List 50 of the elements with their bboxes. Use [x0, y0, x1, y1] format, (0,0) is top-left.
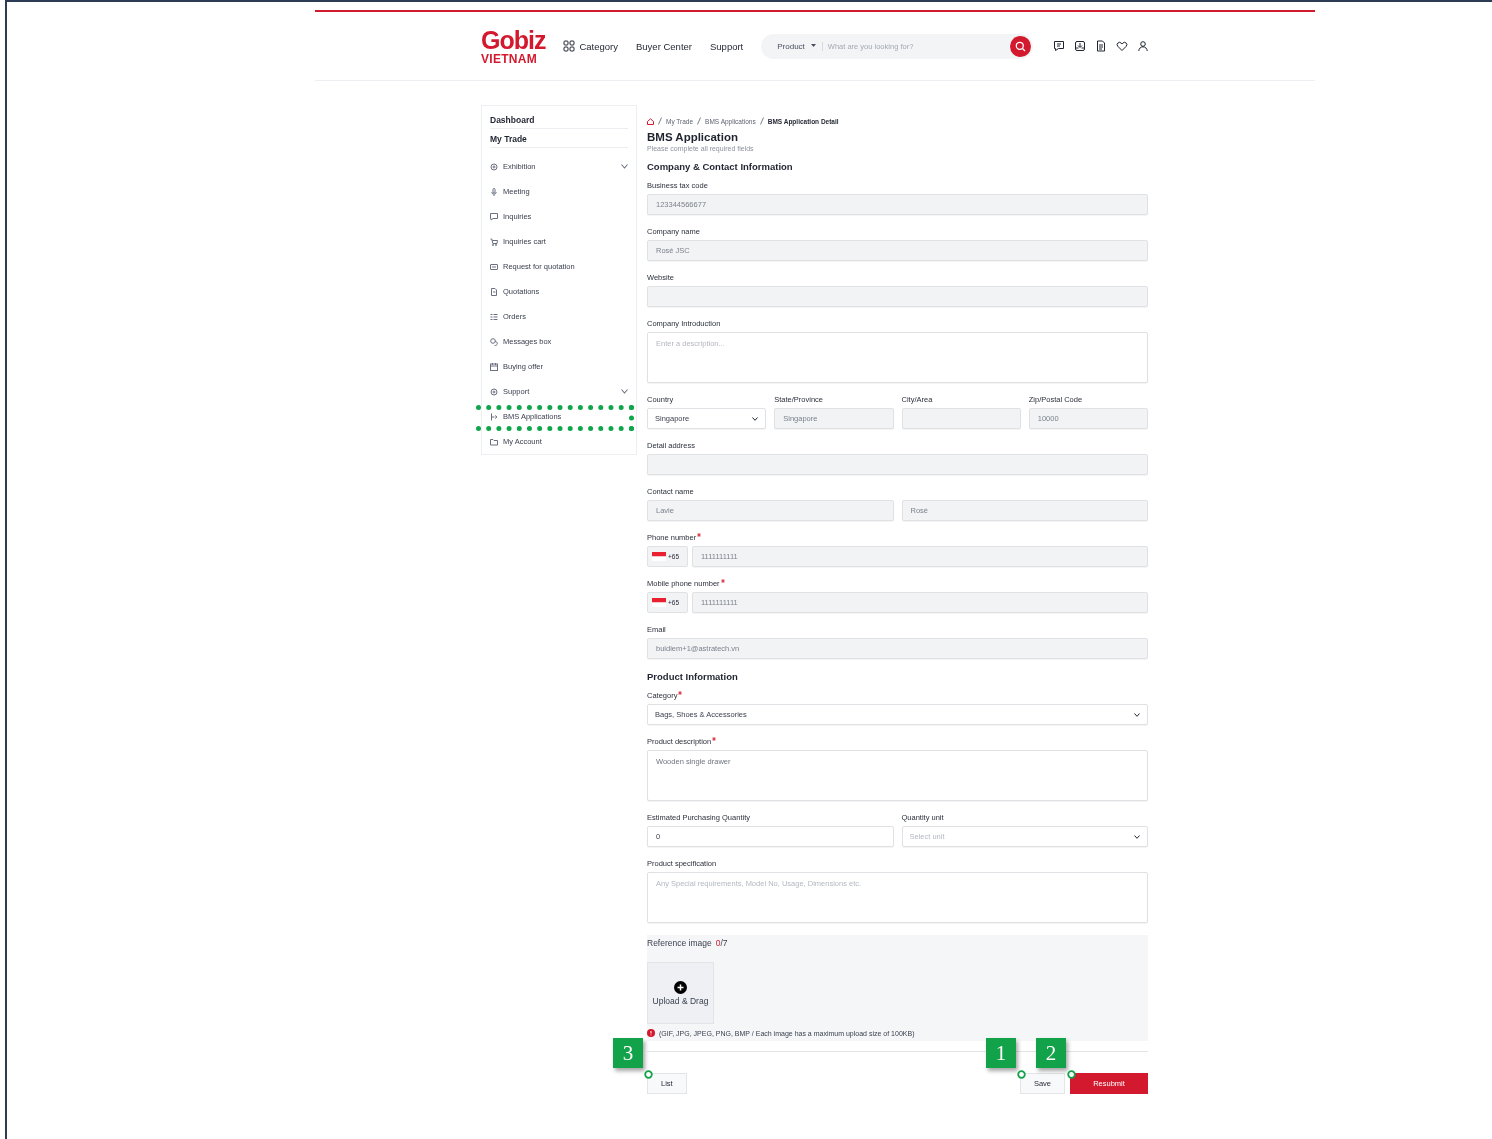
- callout-pointer-icon: [1067, 1070, 1076, 1079]
- chevron-down-icon: [1134, 834, 1140, 839]
- document-icon[interactable]: [1095, 40, 1107, 52]
- chevron-down-icon: [752, 416, 759, 421]
- page-title: BMS Application: [647, 131, 739, 143]
- upload-label: Reference image: [647, 938, 712, 948]
- slash-separator-icon: [697, 117, 702, 125]
- sidebar-heading[interactable]: My Trade: [490, 131, 628, 148]
- upload-button[interactable]: Upload & Drag: [647, 962, 714, 1024]
- grid-icon: [563, 40, 576, 52]
- heart-icon[interactable]: [1116, 40, 1128, 52]
- calendar-icon: [490, 362, 498, 371]
- search-button[interactable]: [1010, 35, 1032, 57]
- singapore-flag-icon: [652, 552, 666, 561]
- callout-badge: 1: [985, 1038, 1016, 1068]
- card-icon: [490, 262, 498, 271]
- caret-icon: [810, 44, 816, 48]
- list-icon: [490, 312, 498, 321]
- gear-icon: [490, 387, 498, 396]
- download-tray-icon[interactable]: [1074, 40, 1086, 52]
- slash-separator-icon: [658, 117, 662, 125]
- search-scope-dropdown[interactable]: Product: [777, 41, 823, 51]
- chat-icon[interactable]: [1053, 40, 1065, 52]
- plus-circle-icon: [674, 980, 687, 994]
- user-icon[interactable]: [1137, 40, 1149, 52]
- section-title: Company & Contact Information: [647, 161, 794, 172]
- nav-link[interactable]: Support: [710, 40, 744, 52]
- callout-badge: 2: [1036, 1038, 1066, 1068]
- branch-icon: [490, 412, 498, 421]
- nav-link[interactable]: Category: [563, 40, 618, 52]
- document-icon: [490, 287, 498, 296]
- chevron-down-icon: [621, 164, 628, 169]
- search-icon: [1015, 40, 1027, 52]
- message-icon: [490, 212, 498, 221]
- gear-icon: [490, 162, 498, 171]
- image-counter: 0/7: [715, 938, 728, 948]
- chat-bubbles-icon: [490, 337, 498, 346]
- sidebar-heading[interactable]: Dashboard: [490, 112, 628, 129]
- microphone-icon: [490, 187, 498, 196]
- chevron-down-icon: [621, 389, 628, 394]
- cart-icon: [490, 237, 498, 246]
- section-title: Product Information: [647, 671, 739, 682]
- singapore-flag-icon: [652, 598, 666, 607]
- callout-badge: 3: [613, 1038, 643, 1068]
- folder-icon: [490, 437, 498, 446]
- chevron-down-icon: [1134, 712, 1140, 717]
- home-icon[interactable]: [647, 117, 654, 125]
- brand-logo[interactable]: Gobiz VIETNAM: [481, 27, 546, 65]
- slash-separator-icon: [759, 117, 764, 125]
- nav-link[interactable]: Buyer Center: [636, 40, 692, 52]
